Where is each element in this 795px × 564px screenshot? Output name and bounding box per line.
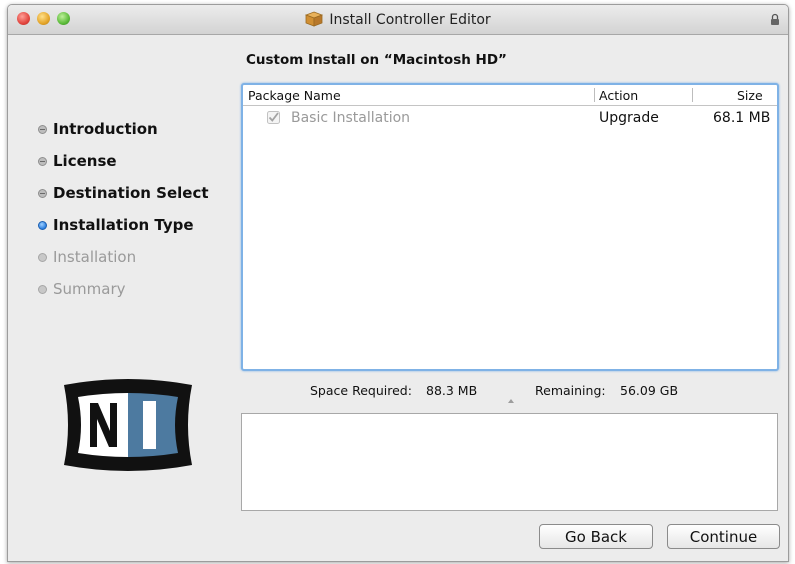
step-bullet-icon [38, 156, 47, 166]
lock-icon[interactable] [770, 13, 780, 26]
column-divider[interactable] [594, 88, 595, 102]
column-header-package-name[interactable]: Package Name [248, 88, 341, 103]
step-bullet-icon [38, 252, 47, 262]
window-title-group: Install Controller Editor [8, 11, 788, 28]
checkbox-icon[interactable] [267, 111, 280, 124]
step-current-bullet-icon [38, 220, 47, 230]
continue-button[interactable]: Continue [667, 524, 780, 549]
step-installation: Installation [38, 241, 243, 273]
step-installation-type: Installation Type [38, 209, 243, 241]
step-bullet-icon [38, 124, 47, 134]
step-label: Installation [53, 248, 137, 266]
title-bar: Install Controller Editor [8, 5, 788, 35]
window-title: Install Controller Editor [329, 12, 491, 28]
page-heading: Custom Install on “Macintosh HD” [246, 52, 507, 68]
step-bullet-icon [38, 284, 47, 294]
installer-window: Install Controller Editor Custom Install… [7, 4, 789, 562]
package-icon [305, 11, 324, 27]
space-required-value: 88.3 MB [426, 383, 478, 398]
space-required-label: Space Required: [310, 383, 412, 398]
go-back-button[interactable]: Go Back [539, 524, 653, 549]
column-header-action[interactable]: Action [599, 88, 638, 103]
package-size: 68.1 MB [713, 110, 771, 126]
description-box [241, 413, 778, 511]
step-introduction: Introduction [38, 113, 243, 145]
package-table[interactable]: Package Name Action Size Basic Installat… [241, 83, 779, 371]
step-label: Introduction [53, 120, 158, 138]
column-header-size[interactable]: Size [737, 88, 763, 103]
step-label: License [53, 152, 117, 170]
table-row[interactable]: Basic Installation Upgrade 68.1 MB [243, 107, 777, 129]
step-label: Destination Select [53, 184, 209, 202]
space-remaining-label: Remaining: [535, 383, 606, 398]
step-bullet-icon [38, 188, 47, 198]
package-action: Upgrade [599, 110, 659, 126]
step-label: Installation Type [53, 216, 194, 234]
step-summary: Summary [38, 273, 243, 305]
column-divider[interactable] [692, 88, 693, 102]
step-destination-select: Destination Select [38, 177, 243, 209]
ni-logo [64, 379, 192, 471]
steps-sidebar: Introduction License Destination Select … [38, 113, 243, 305]
step-license: License [38, 145, 243, 177]
step-label: Summary [53, 280, 126, 298]
package-name: Basic Installation [291, 110, 411, 126]
split-handle-icon[interactable] [508, 399, 514, 403]
table-header: Package Name Action Size [243, 85, 777, 106]
space-remaining-value: 56.09 GB [620, 383, 679, 398]
